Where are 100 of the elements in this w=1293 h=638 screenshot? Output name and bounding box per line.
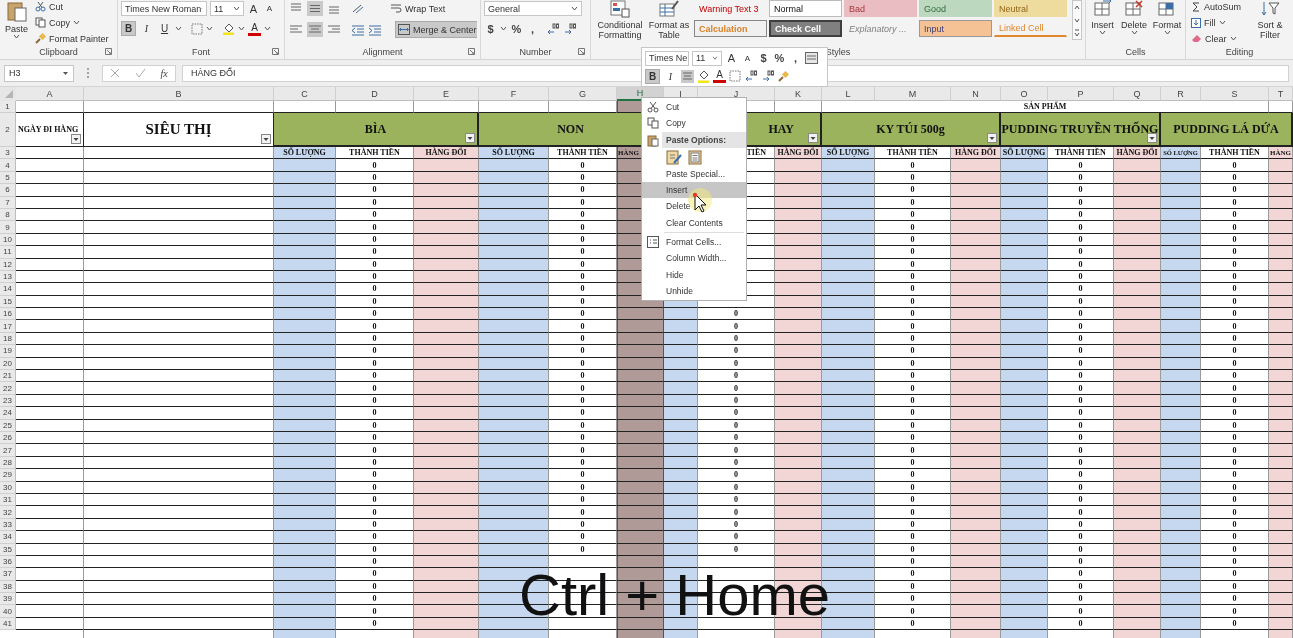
- table-cell: THÀNH TIỀN: [336, 147, 414, 160]
- table-cell: HÀNG ĐỔI: [1114, 147, 1161, 160]
- group-label: Number: [519, 46, 552, 57]
- product-title: PUDDING TRUYỀN THỐNG: [1001, 121, 1159, 137]
- table-cell: HÀNG ĐỔI: [414, 147, 479, 160]
- group-label: Font: [192, 46, 210, 57]
- table-cell: 0: [1201, 159, 1269, 172]
- product-title: PUDDING LÁ DỨA: [1173, 121, 1279, 137]
- product-title: NON: [557, 121, 584, 137]
- product-title: HAY: [768, 121, 794, 137]
- table-cell: 0: [1048, 568, 1114, 581]
- table-cell: 0: [1201, 407, 1269, 420]
- table-cell: 0: [1201, 469, 1269, 482]
- table-cell: 0: [336, 370, 414, 383]
- table-cell: 0: [549, 320, 617, 333]
- table-cell: THÀNH TIỀN: [549, 147, 617, 160]
- table-cell: SỐ LƯỢNG: [1001, 147, 1048, 160]
- table-cell: 0: [549, 283, 617, 296]
- table-cell: 0: [1048, 159, 1114, 172]
- table-cell: 0: [336, 320, 414, 333]
- table-cell: 0: [1048, 370, 1114, 383]
- table-cell: 0: [336, 184, 414, 197]
- table-cell: SỐ LƯỢNG: [822, 147, 875, 160]
- table-cell: HÀNG ĐỔI: [775, 147, 822, 160]
- table-cell: 0: [549, 345, 617, 358]
- table-cell: 0: [1048, 283, 1114, 296]
- table-cell: 0: [549, 444, 617, 457]
- table-cell: 0: [1201, 593, 1269, 606]
- table-cell: 0: [1048, 506, 1114, 519]
- table-cell: 0: [336, 283, 414, 296]
- group-label: Editing: [1225, 46, 1254, 57]
- group-label: Cells: [1125, 46, 1146, 57]
- table-cell: 0: [336, 221, 414, 234]
- table-cell: 0: [336, 531, 414, 544]
- table-cell: 0: [336, 159, 414, 172]
- table-cell: 0: [875, 308, 951, 321]
- table-cell: 0: [698, 308, 775, 321]
- table-cell: SỐ LƯỢNG: [274, 147, 336, 160]
- table-cell: 0: [1048, 246, 1114, 259]
- table-cell: 0: [1048, 382, 1114, 395]
- table-cell: 0: [1201, 246, 1269, 259]
- table-cell: 0: [1048, 184, 1114, 197]
- table-cell: 0: [336, 308, 414, 321]
- table-cell: 0: [1201, 320, 1269, 333]
- table-cell: 0: [1048, 345, 1114, 358]
- table-cell: THÀNH TIỀN: [875, 147, 951, 160]
- table-cell: 0: [875, 407, 951, 420]
- table-cell: 0: [875, 283, 951, 296]
- table-cell: 0: [698, 345, 775, 358]
- table-cell: 0: [1201, 221, 1269, 234]
- table-cell: 0: [336, 407, 414, 420]
- table-cell: 0: [875, 184, 951, 197]
- column-title: NGÀY ĐI HÀNG: [18, 125, 79, 134]
- table-cell: 0: [549, 308, 617, 321]
- table-cell: 0: [1201, 531, 1269, 544]
- table-cell: 0: [1201, 308, 1269, 321]
- table-cell: 0: [336, 593, 414, 606]
- table-cell: 0: [336, 382, 414, 395]
- column-title: SIÊU THỊ: [145, 121, 212, 138]
- table-cell: 0: [549, 184, 617, 197]
- table-cell: 0: [875, 593, 951, 606]
- table-cell: 0: [549, 370, 617, 383]
- table-cell: 0: [698, 531, 775, 544]
- product-title: BÌA: [364, 121, 387, 137]
- table-cell: 0: [336, 345, 414, 358]
- table-cell: 0: [698, 444, 775, 457]
- table-cell: 0: [1201, 184, 1269, 197]
- table-cell: 0: [549, 506, 617, 519]
- table-cell: 0: [698, 506, 775, 519]
- table-cell: 0: [549, 159, 617, 172]
- table-cell: THÀNH TIỀN: [1048, 147, 1114, 160]
- table-cell: 0: [549, 221, 617, 234]
- table-cell: 0: [1048, 469, 1114, 482]
- table-cell: 0: [1201, 370, 1269, 383]
- table-cell: 0: [1048, 320, 1114, 333]
- table-cell: THÀNH TIỀN: [1201, 147, 1269, 160]
- table-cell: 0: [698, 407, 775, 420]
- table-cell: 0: [875, 382, 951, 395]
- table-cell: 0: [336, 246, 414, 259]
- group-label: Clipboard: [39, 46, 78, 57]
- table-cell: 0: [875, 159, 951, 172]
- table-cell: 0: [336, 568, 414, 581]
- group-label: Alignment: [362, 46, 403, 57]
- table-cell: 0: [875, 345, 951, 358]
- table-cell: 0: [1201, 506, 1269, 519]
- table-cell: 0: [1201, 568, 1269, 581]
- table-cell: 0: [698, 382, 775, 395]
- menu-section-title: Paste Options:: [662, 131, 746, 148]
- table-cell: 0: [549, 531, 617, 544]
- table-cell: 0: [1201, 345, 1269, 358]
- table-cell: 0: [1201, 444, 1269, 457]
- table-cell: 0: [1201, 283, 1269, 296]
- table-cell: 0: [1048, 308, 1114, 321]
- table-cell: 0: [698, 320, 775, 333]
- table-cell: 0: [549, 469, 617, 482]
- table-cell: 0: [875, 605, 951, 618]
- table-cell: 0: [1048, 407, 1114, 420]
- table-cell: 0: [1201, 605, 1269, 618]
- table-cell: 0: [1201, 382, 1269, 395]
- table-cell: 0: [336, 605, 414, 618]
